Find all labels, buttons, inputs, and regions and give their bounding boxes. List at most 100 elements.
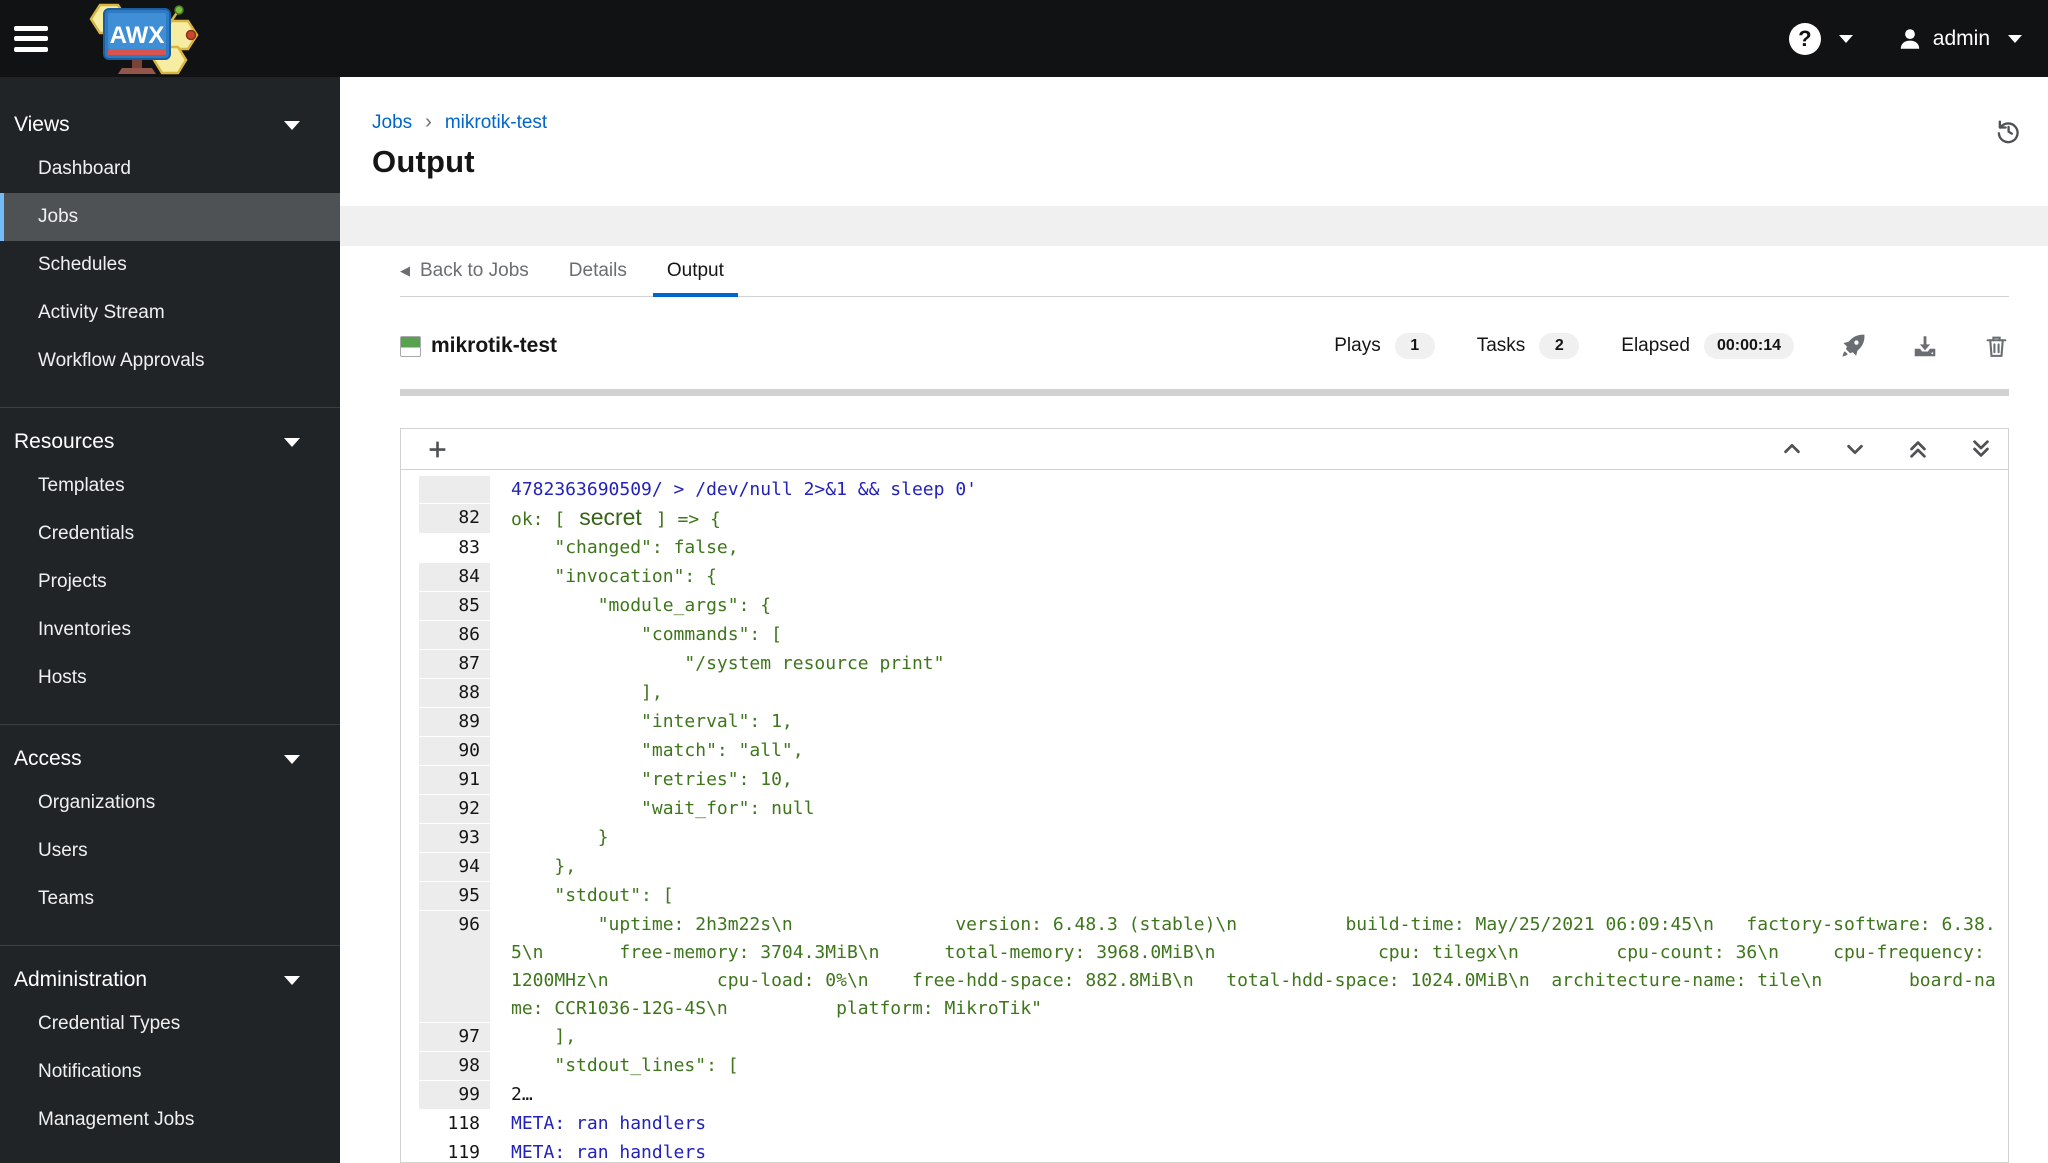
sidebar-item-hosts[interactable]: Hosts	[0, 654, 340, 702]
sidebar-item-inventories[interactable]: Inventories	[0, 606, 340, 654]
chevron-down-icon	[284, 120, 300, 130]
breadcrumb-jobs-link[interactable]: Jobs	[372, 112, 412, 134]
sidebar-item-credentials[interactable]: Credentials	[0, 510, 340, 558]
page-header: Jobs › mikrotik-test Output	[340, 77, 2048, 206]
user-menu[interactable]: admin	[1897, 26, 1990, 52]
output-line: 89 "interval": 1,	[401, 708, 2008, 737]
sidebar-item-management-jobs[interactable]: Management Jobs	[0, 1096, 340, 1144]
nav-toggle-icon[interactable]	[14, 25, 48, 52]
awx-logo-image: AWX	[89, 3, 199, 74]
job-header-row: mikrotik-test Plays 1 Tasks 2 Elapsed 00:00:1…	[400, 333, 2009, 359]
line-text: "stdout_lines": [	[511, 1055, 739, 1076]
line-text: ok: [ secret ] => {	[511, 504, 2008, 534]
awx-app: AWX ? admin Views Dashboard Jobs Schedules A…	[0, 0, 2048, 1163]
download-output-icon[interactable]	[1912, 333, 1938, 359]
line-number: 92	[419, 795, 490, 824]
scroll-previous-icon[interactable]	[1781, 438, 1803, 460]
sidebar-item-templates[interactable]: Templates	[0, 462, 340, 510]
expand-all-plus-icon[interactable]	[427, 439, 448, 460]
tab-output[interactable]: Output	[652, 246, 738, 297]
tab-details[interactable]: Details	[555, 246, 641, 296]
line-number: 98	[419, 1052, 490, 1081]
line-number: 84	[419, 563, 490, 592]
job-tabs: ◀ Back to Jobs Details Output	[400, 246, 2009, 297]
tab-back-to-jobs[interactable]: ◀ Back to Jobs	[400, 246, 543, 296]
output-line: 82 ok: [ secret ] => {	[401, 504, 2008, 534]
job-output-card: ◀ Back to Jobs Details Output mikrotik-t…	[340, 246, 2048, 1163]
nav-section-resources: Resources Templates Credentials Projects Inv…	[0, 407, 340, 724]
stat-plays: Plays 1	[1334, 333, 1435, 359]
line-number	[419, 476, 490, 504]
delete-trash-icon[interactable]	[1984, 334, 2009, 359]
line-text: "stdout": [	[511, 885, 674, 906]
stat-badge: 1	[1394, 333, 1435, 359]
sidebar-item-activity-stream[interactable]: Activity Stream	[0, 289, 340, 337]
nav-section-toggle-administration[interactable]: Administration	[0, 960, 340, 1000]
help-menu-caret-icon[interactable]	[1838, 34, 1853, 43]
line-number: 118	[419, 1110, 490, 1139]
nav-section-toggle-access[interactable]: Access	[0, 739, 340, 779]
scroll-top-icon[interactable]	[1907, 438, 1929, 460]
line-text: "commands": [	[511, 624, 782, 645]
output-line: 87 "/system resource print"	[401, 650, 2008, 679]
task-result-prefix: ok: [	[511, 509, 566, 530]
line-number: 119	[419, 1139, 490, 1162]
sidebar-item-teams[interactable]: Teams	[0, 875, 340, 923]
output-line: 96 "uptime: 2h3m22s\n version: 6.48.3 (s…	[401, 911, 2008, 1023]
page-title: Output	[372, 144, 475, 179]
output-line: 119 META: ran handlers	[401, 1139, 2008, 1162]
sidebar-item-jobs[interactable]: Jobs	[0, 193, 340, 241]
line-text: "wait_for": null	[511, 798, 815, 819]
stat-badge: 2	[1539, 333, 1580, 359]
user-icon	[1900, 28, 1920, 49]
sidebar-item-notifications[interactable]: Notifications	[0, 1048, 340, 1096]
history-icon[interactable]	[1994, 117, 2022, 145]
line-text: "changed": false,	[511, 537, 739, 558]
line-number: 85	[419, 592, 490, 621]
line-text: },	[511, 856, 577, 877]
output-line: 91 "retries": 10,	[401, 766, 2008, 795]
line-number: 82	[419, 504, 490, 534]
user-menu-caret-icon[interactable]	[2008, 34, 2022, 43]
line-text: META: ran handlers	[511, 1142, 707, 1162]
nav-section-toggle-views[interactable]: Views	[0, 105, 340, 145]
help-icon[interactable]: ?	[1788, 22, 1821, 55]
host-link[interactable]: secret	[579, 504, 642, 530]
relaunch-rocket-icon[interactable]	[1840, 333, 1866, 359]
output-pane: 4782363690509/ > /dev/null 2>&1 && sleep…	[400, 428, 2009, 1163]
chevron-down-icon	[284, 754, 300, 764]
line-number: 97	[419, 1023, 490, 1052]
output-toolbar	[401, 429, 2008, 470]
sidebar-item-organizations[interactable]: Organizations	[0, 779, 340, 827]
scroll-buttons	[1781, 438, 1992, 460]
sidebar-item-dashboard[interactable]: Dashboard	[0, 145, 340, 193]
line-text[interactable]: 2…	[511, 1081, 2008, 1109]
stat-elapsed: Elapsed 00:00:14	[1621, 333, 1794, 359]
scroll-next-icon[interactable]	[1844, 438, 1866, 460]
output-line: 4782363690509/ > /dev/null 2>&1 && sleep…	[401, 476, 2008, 504]
line-number: 90	[419, 737, 490, 766]
line-number: 86	[419, 621, 490, 650]
line-number: 88	[419, 679, 490, 708]
sidebar-item-users[interactable]: Users	[0, 827, 340, 875]
sidebar-item-projects[interactable]: Projects	[0, 558, 340, 606]
svg-text:AWX: AWX	[110, 22, 165, 49]
output-line: 92 "wait_for": null	[401, 795, 2008, 824]
line-number: 87	[419, 650, 490, 679]
sidebar-item-workflow-approvals[interactable]: Workflow Approvals	[0, 337, 340, 385]
nav-section-label: Views	[14, 113, 70, 136]
scroll-bottom-icon[interactable]	[1970, 438, 1992, 460]
breadcrumb-job-link[interactable]: mikrotik-test	[445, 112, 547, 134]
output-line: 83 "changed": false,	[401, 534, 2008, 563]
line-text: 4782363690509/ > /dev/null 2>&1 && sleep…	[511, 479, 977, 500]
awx-logo[interactable]: AWX	[78, 0, 204, 77]
nav-section-administration: Administration Credential Types Notificati…	[0, 945, 340, 1163]
sidebar-item-credential-types[interactable]: Credential Types	[0, 1000, 340, 1048]
nav-section-toggle-resources[interactable]: Resources	[0, 422, 340, 462]
output-line: 93 }	[401, 824, 2008, 853]
nav-section-label: Administration	[14, 968, 148, 991]
line-number: 91	[419, 766, 490, 795]
topbar-actions: ? admin	[1788, 22, 2022, 55]
task-result-suffix: ] => {	[655, 509, 721, 530]
sidebar-item-schedules[interactable]: Schedules	[0, 241, 340, 289]
